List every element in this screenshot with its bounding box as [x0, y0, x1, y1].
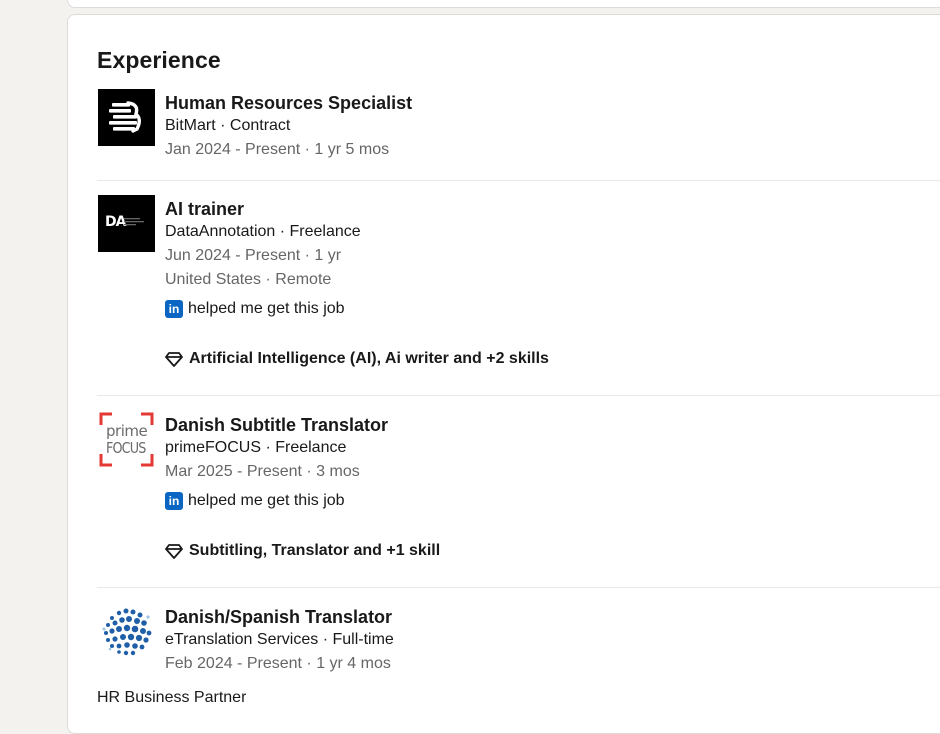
logo-text-top: prime [106, 422, 148, 440]
helped-text: helped me get this job [188, 492, 345, 509]
date-range: Mar 2025 - Present · 3 mos [165, 463, 360, 480]
job-title[interactable]: AI trainer [165, 198, 940, 220]
divider [97, 180, 940, 181]
date-range: Feb 2024 - Present · 1 yr 4 mos [165, 655, 391, 672]
linkedin-icon: in [165, 300, 183, 318]
job-title[interactable]: Danish/Spanish Translator [165, 606, 940, 628]
linkedin-icon: in [165, 492, 183, 510]
helped-get-job: in helped me get this job [165, 489, 940, 513]
bitmart-logo[interactable] [98, 89, 155, 146]
company-employment: eTranslation Services · Full-time [165, 631, 394, 648]
company-employment: DataAnnotation · Freelance [165, 223, 361, 240]
etranslation-globe-logo[interactable] [98, 603, 155, 660]
divider [97, 587, 940, 588]
date-range: Jan 2024 - Present · 1 yr 5 mos [165, 141, 390, 158]
previous-card [67, 0, 940, 8]
skills-link[interactable]: Subtitling, Translator and +1 skill [165, 539, 940, 563]
divider [97, 395, 940, 396]
experience-card: Experience Human Resources Specialist Bi… [67, 14, 940, 734]
dataannotation-logo[interactable]: DA [98, 195, 155, 252]
company-employment: BitMart · Contract [165, 117, 291, 134]
skills-link[interactable]: Artificial Intelligence (AI), Ai writer … [165, 347, 940, 371]
skills-text[interactable]: Subtitling, Translator and +1 skill [189, 542, 440, 560]
helped-text: helped me get this job [188, 300, 345, 317]
diamond-icon [165, 544, 183, 559]
next-line-cutoff: HR Business Partner [97, 689, 247, 703]
location: United States · Remote [165, 271, 332, 288]
company-employment: primeFOCUS · Freelance [165, 439, 347, 456]
job-title[interactable]: Danish Subtitle Translator [165, 414, 940, 436]
section-title: Experience [97, 47, 221, 73]
date-range: Jun 2024 - Present · 1 yr [165, 247, 342, 264]
logo-text-bottom: FOCUS [106, 439, 146, 457]
primefocus-logo[interactable]: prime FOCUS [98, 411, 155, 468]
helped-get-job: in helped me get this job [165, 297, 940, 321]
diamond-icon [165, 352, 183, 367]
skills-text[interactable]: Artificial Intelligence (AI), Ai writer … [189, 350, 549, 368]
job-title[interactable]: Human Resources Specialist [165, 92, 940, 114]
